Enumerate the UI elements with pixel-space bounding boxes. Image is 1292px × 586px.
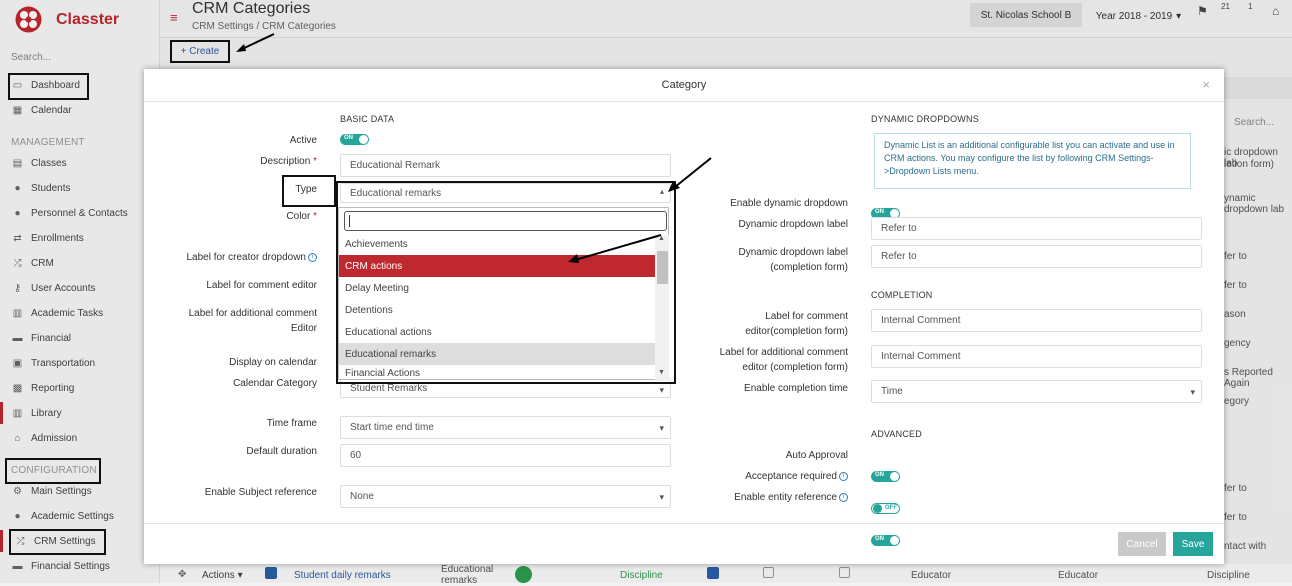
info-icon[interactable]: i — [839, 471, 848, 481]
completion-title: COMPLETION — [871, 290, 933, 300]
label-text: Acceptance required — [745, 471, 837, 482]
entity-ref-label: Enable entity reference i — [704, 490, 848, 505]
comment-editor-label: Label for comment editor — [206, 280, 317, 291]
info-icon[interactable]: i — [308, 252, 317, 262]
enable-dynamic-label: Enable dynamic dropdown — [730, 198, 848, 209]
toggle-knob — [359, 135, 368, 144]
category-modal: Category × BASIC DATA Active ON Descript… — [144, 69, 1224, 564]
active-toggle[interactable]: ON — [340, 134, 369, 145]
calendar-category-label: Calendar Category — [233, 378, 317, 389]
required-marker: * — [313, 156, 317, 167]
completion-time-select[interactable]: Time — [871, 380, 1202, 403]
toggle-text: ON — [875, 209, 884, 215]
dynamic-label-completion-input[interactable]: Refer to — [871, 245, 1202, 268]
color-label: Color * — [244, 209, 317, 224]
time-frame-label: Time frame — [266, 418, 317, 429]
subject-reference-label: Enable Subject reference — [204, 487, 317, 498]
completion-time-label: Enable completion time — [744, 383, 848, 394]
label-text: Color — [286, 211, 311, 222]
advanced-title: ADVANCED — [871, 429, 922, 439]
auto-approval-label: Auto Approval — [785, 450, 848, 461]
acceptance-toggle[interactable]: OFF — [871, 503, 900, 514]
add-comment-completion-label: Label for additional comment editor (com… — [719, 347, 848, 373]
label-text: Label for creator dropdown — [186, 252, 306, 263]
dynamic-label-label: Dynamic dropdown label — [738, 219, 848, 230]
basic-data-title: BASIC DATA — [340, 114, 395, 124]
modal-title: Category — [144, 69, 1224, 102]
modal-footer — [144, 523, 1224, 564]
label-text: Description — [260, 156, 311, 167]
subject-reference-select[interactable]: None — [340, 485, 671, 508]
dynamic-label-input[interactable]: Refer to — [871, 217, 1202, 240]
annotation-arrow — [568, 234, 662, 263]
active-label: Active — [289, 135, 317, 146]
dynamic-label-completion-label: Dynamic dropdown label (completion form) — [738, 247, 848, 273]
creator-dropdown-label: Label for creator dropdown i — [154, 250, 317, 265]
cancel-button[interactable]: Cancel — [1118, 532, 1166, 556]
auto-approval-toggle[interactable]: ON — [871, 471, 900, 482]
time-frame-select[interactable]: Start time end time — [340, 416, 671, 439]
display-calendar-label: Display on calendar — [229, 357, 317, 368]
acceptance-label: Acceptance required i — [704, 469, 848, 484]
toggle-knob — [890, 472, 899, 481]
comment-completion-label: Label for comment editor(completion form… — [745, 311, 848, 337]
toggle-text: ON — [344, 135, 353, 141]
toggle-text: OFF — [885, 505, 897, 511]
annotation-box — [336, 181, 676, 384]
toggle-knob — [873, 504, 882, 513]
dynamic-info-box: Dynamic List is an additional configurab… — [874, 133, 1191, 189]
annotation-arrow — [668, 157, 712, 192]
save-button[interactable]: Save — [1173, 532, 1213, 556]
close-icon[interactable]: × — [1202, 77, 1210, 92]
default-duration-label: Default duration — [246, 446, 317, 457]
additional-comment-label: Label for additional comment Editor — [188, 308, 317, 334]
comment-completion-input[interactable]: Internal Comment — [871, 309, 1202, 332]
add-comment-completion-input[interactable]: Internal Comment — [871, 345, 1202, 368]
description-input[interactable]: Educational Remark — [340, 154, 671, 177]
label-text: Enable entity reference — [734, 492, 837, 503]
annotation-box — [282, 175, 336, 207]
required-marker: * — [313, 211, 317, 222]
info-icon[interactable]: i — [839, 492, 848, 502]
dynamic-dropdowns-title: DYNAMIC DROPDOWNS — [871, 114, 979, 124]
toggle-text: ON — [875, 472, 884, 478]
default-duration-input[interactable]: 60 — [340, 444, 671, 467]
description-label: Description * — [184, 154, 317, 169]
